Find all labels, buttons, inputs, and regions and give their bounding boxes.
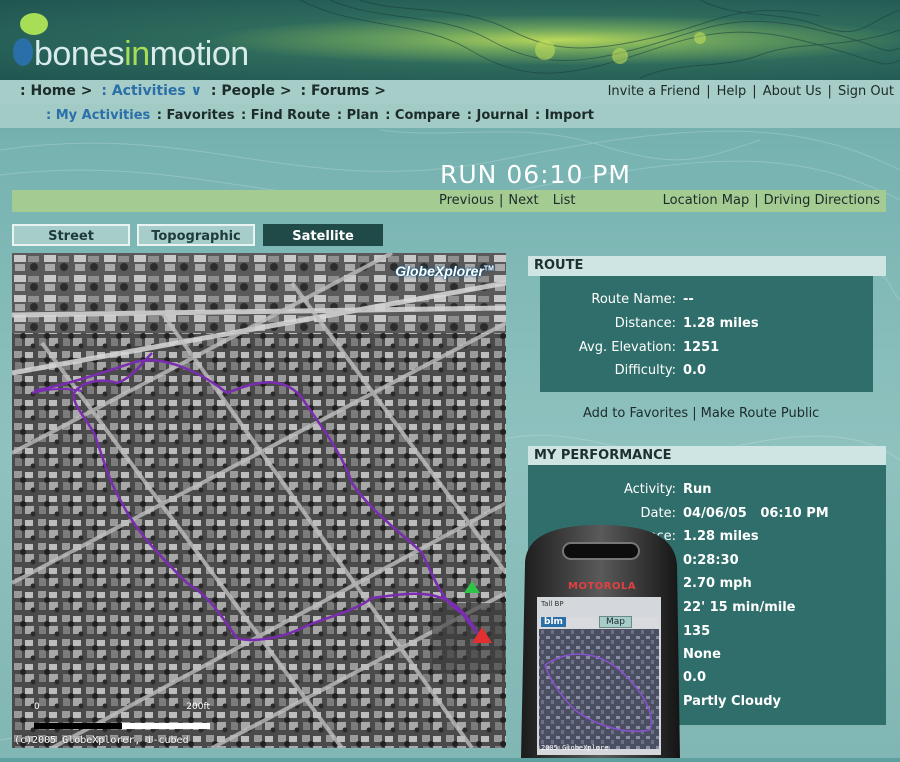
tab-street[interactable]: Street <box>12 224 130 246</box>
nav-home[interactable]: : Home > <box>20 83 93 99</box>
subnav-plan[interactable]: : Plan <box>337 108 379 123</box>
performance-row: None <box>0 647 900 663</box>
site-header: bonesinmotion <box>0 0 900 80</box>
performance-row: 2.70 mph <box>0 576 900 592</box>
subnav-find-route[interactable]: : Find Route <box>241 108 330 123</box>
invite-friend-link[interactable]: Invite a Friend <box>608 84 701 99</box>
performance-row: 22' 15 min/mile <box>0 600 900 616</box>
performance-row: 0.0 <box>0 670 900 686</box>
performance-row: Partly Cloudy <box>0 694 900 710</box>
previous-link[interactable]: Previous <box>439 193 494 208</box>
date-value: 04/06/05 06:10 PM <box>683 506 829 521</box>
logo-wordmark: bonesinmotion <box>34 35 249 73</box>
route-heading: ROUTE <box>528 256 886 276</box>
nav-forums[interactable]: : Forums > <box>301 83 386 99</box>
driving-directions-link[interactable]: Driving Directions <box>764 193 880 208</box>
tab-satellite[interactable]: Satellite <box>263 224 383 246</box>
duration-value: 0:28:30 <box>683 553 739 568</box>
route-row: Distance: 1.28 miles <box>0 316 900 332</box>
separator: | <box>754 193 759 208</box>
route-row: Avg. Elevation: 1251 <box>0 340 900 356</box>
subnav-import[interactable]: : Import <box>535 108 594 123</box>
nav-activities[interactable]: : Activities ∨ <box>101 83 202 99</box>
separator: | <box>752 84 757 99</box>
difficulty-value: 0.0 <box>683 363 707 378</box>
main-nav: : Home > : Activities ∨ : People > : For… <box>0 80 900 104</box>
phone-app-logo: blm <box>541 617 566 627</box>
list-link[interactable]: List <box>553 193 576 208</box>
performance-row: nce: 1.28 miles <box>0 529 900 545</box>
date-label: Date: <box>640 506 676 521</box>
scale-bar-graphic <box>34 723 210 729</box>
subnav-compare[interactable]: : Compare <box>385 108 460 123</box>
weather-value: Partly Cloudy <box>683 694 781 709</box>
performance-row: Activity: Run <box>0 482 900 498</box>
injury-value: None <box>683 647 721 662</box>
separator: | <box>706 84 711 99</box>
performance-row: 135 <box>0 624 900 640</box>
separator: | <box>827 84 832 99</box>
avg-elevation-value: 1251 <box>683 340 720 355</box>
phone-brand: MOTOROLA <box>568 581 637 592</box>
next-link[interactable]: Next <box>508 193 538 208</box>
add-to-favorites-link[interactable]: Add to Favorites <box>583 406 688 421</box>
separator <box>544 193 548 208</box>
tab-topographic[interactable]: Topographic <box>137 224 255 246</box>
activity-value: Run <box>683 482 712 497</box>
distance-value: 1.28 miles <box>683 316 759 331</box>
route-row: Route Name: -- <box>0 292 900 308</box>
phone-status: Tall BP <box>541 600 564 608</box>
about-us-link[interactable]: About Us <box>763 84 822 99</box>
phone-body <box>521 525 680 758</box>
location-map-link[interactable]: Location Map <box>663 193 750 208</box>
page-title: RUN 06:10 PM <box>440 160 631 189</box>
globexplorer-logo: GlobeXplorerTM <box>395 263 494 279</box>
subnav-my-activities[interactable]: : My Activities <box>46 108 150 123</box>
sign-out-link[interactable]: Sign Out <box>838 84 894 99</box>
map-scale-bar: 0 200ft <box>34 702 210 729</box>
map-copyright: (c)2005 GlobeXplorer, i-cubed <box>14 735 189 746</box>
separator: | <box>692 406 697 421</box>
distance-label: Distance: <box>614 316 676 331</box>
speed-value: 2.70 mph <box>683 576 752 591</box>
route-actions: Add to Favorites | Make Route Public <box>583 406 819 421</box>
route-row: Difficulty: 0.0 <box>0 363 900 379</box>
activity-label: Activity: <box>623 482 676 497</box>
separator: | <box>498 193 504 208</box>
bonesinmotion-logo[interactable]: bonesinmotion <box>10 8 310 73</box>
route-name-label: Route Name: <box>591 292 676 307</box>
motorola-phone: MOTOROLA Tall BP blm Map 2005 GlobeXplor… <box>515 525 685 758</box>
performance-row: Date: 04/06/05 06:10 PM <box>0 506 900 522</box>
phone-copyright: 2005 GlobeXplore <box>541 744 609 752</box>
sub-nav: : My Activities : Favorites : Find Route… <box>0 104 900 128</box>
calories-value: 135 <box>683 624 711 639</box>
distance-value: 1.28 miles <box>683 529 759 544</box>
nav-people[interactable]: : People > <box>211 83 292 99</box>
subnav-favorites[interactable]: : Favorites <box>157 108 235 123</box>
activity-action-bar: Previous | Next List Location Map | Driving … <box>12 190 886 212</box>
avg-elevation-label: Avg. Elevation: <box>578 340 676 355</box>
subnav-journal[interactable]: : Journal <box>467 108 529 123</box>
make-route-public-link[interactable]: Make Route Public <box>701 406 820 421</box>
phone-map-tab[interactable]: Map <box>599 616 632 628</box>
difficulty-label: Difficulty: <box>614 363 676 378</box>
pace-value: 22' 15 min/mile <box>683 600 796 615</box>
performance-heading: MY PERFORMANCE <box>528 446 886 466</box>
rating-value: 0.0 <box>683 670 707 685</box>
help-link[interactable]: Help <box>717 84 747 99</box>
performance-row: 0:28:30 <box>0 553 900 569</box>
route-name-value: -- <box>683 292 694 307</box>
